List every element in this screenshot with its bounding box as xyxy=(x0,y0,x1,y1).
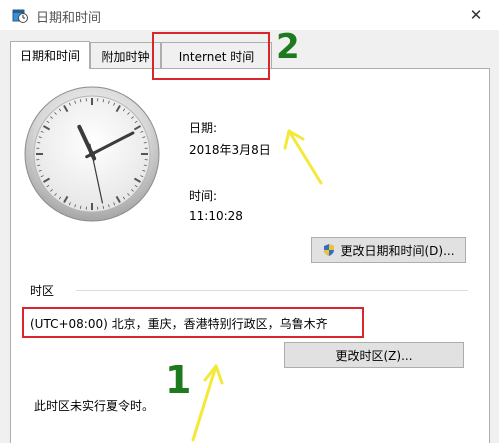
uac-shield-icon xyxy=(324,244,335,256)
date-value: 2018年3月8日 xyxy=(189,143,271,157)
window-title: 日期和时间 xyxy=(36,11,102,26)
change-timezone-label: 更改时区(Z)... xyxy=(335,348,413,363)
timezone-section-title: 时区 xyxy=(30,284,55,298)
clock-center xyxy=(89,151,95,157)
tab-date-time[interactable]: 日期和时间 xyxy=(10,41,90,69)
time-label: 时间: xyxy=(189,189,218,203)
annotation-number-2: 2 xyxy=(276,27,300,67)
time-value: 11:10:28 xyxy=(189,209,243,223)
date-label: 日期: xyxy=(189,121,218,135)
timezone-divider xyxy=(76,290,468,291)
change-date-time-label: 更改日期和时间(D)... xyxy=(340,243,455,258)
title-bar: 日期和时间 ✕ xyxy=(0,0,499,30)
close-button[interactable]: ✕ xyxy=(453,0,499,30)
highlight-box-internet-tab xyxy=(152,32,270,80)
change-timezone-button[interactable]: 更改时区(Z)... xyxy=(284,342,464,368)
highlight-box-timezone xyxy=(22,307,364,338)
tab-additional-clocks[interactable]: 附加时钟 xyxy=(90,42,161,69)
change-date-time-button[interactable]: 更改日期和时间(D)... xyxy=(311,237,466,263)
close-icon: ✕ xyxy=(469,6,483,24)
calendar-clock-icon xyxy=(12,9,28,23)
analog-clock xyxy=(24,86,160,222)
dst-note: 此时区未实行夏令时。 xyxy=(34,399,155,413)
